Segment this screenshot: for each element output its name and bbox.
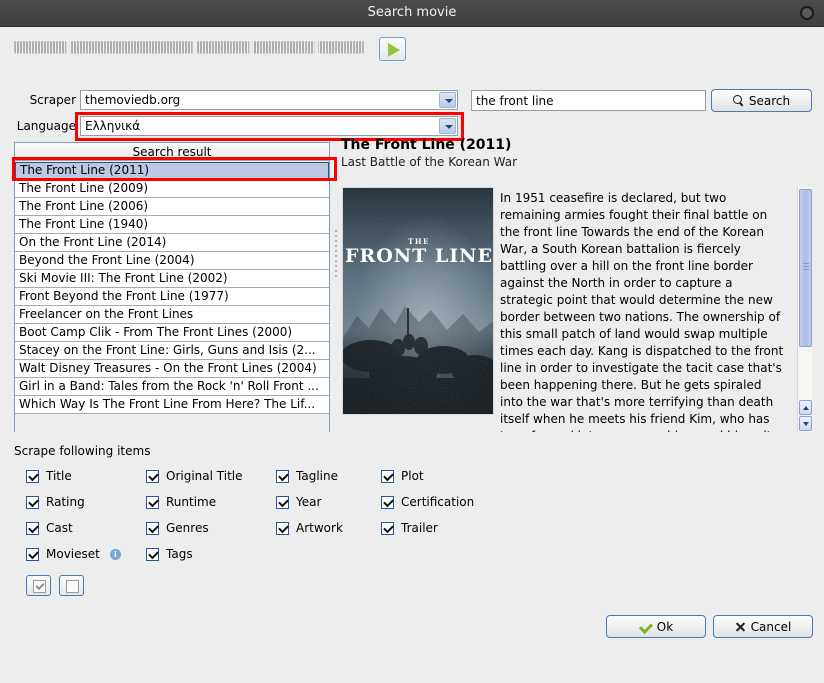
checkbox-label: Rating: [46, 495, 85, 509]
search-result-rows[interactable]: The Front Line (2011) The Front Line (200…: [15, 162, 329, 683]
checkbox-icon[interactable]: [146, 469, 159, 483]
checkbox-label: Title: [46, 469, 72, 483]
checkbox-icon[interactable]: [26, 521, 39, 535]
language-value: Ελληνικά: [85, 119, 141, 133]
checkbox-icon[interactable]: [381, 521, 394, 535]
close-icon[interactable]: [800, 6, 814, 20]
checkbox-label: Artwork: [296, 521, 343, 535]
list-item[interactable]: Boot Camp Clik - From The Front Lines (2…: [15, 324, 329, 342]
list-item[interactable]: The Front Line (2009): [15, 180, 329, 198]
checkbox-icon[interactable]: [276, 521, 289, 535]
list-item[interactable]: Freelancer on the Front Lines: [15, 306, 329, 324]
dialog-body: ▒▒▒▒▒▒ ▒▒▒▒▒▒▒▒▒▒▒▒▒▒ ▒▒▒▒▒▒ ▒▒▒▒▒▒▒ ▒▒▒…: [0, 27, 824, 683]
window-title: Search movie: [367, 5, 457, 20]
list-item[interactable]: Stacey on the Front Line: Girls, Guns an…: [15, 342, 329, 360]
language-select[interactable]: Ελληνικά: [80, 116, 458, 136]
scrape-checkbox-genres[interactable]: Genres: [146, 521, 209, 535]
checkbox-label: Trailer: [401, 521, 438, 535]
scrape-checkbox-trailer[interactable]: Trailer: [381, 521, 438, 535]
scraper-label: Scraper: [29, 93, 76, 107]
detail-title: The Front Line (2011): [341, 137, 512, 153]
scrape-checkbox-runtime[interactable]: Runtime: [146, 495, 216, 509]
plot-text: In 1951 ceasefire is declared, but two r…: [500, 191, 784, 432]
select-all-icon[interactable]: [26, 575, 51, 596]
checkbox-icon[interactable]: [146, 521, 159, 535]
list-item[interactable]: Walt Disney Treasures - On the Front Lin…: [15, 360, 329, 378]
scrape-checkbox-certification[interactable]: Certification: [381, 495, 474, 509]
play-triangle: [388, 43, 400, 57]
checkbox-label: Original Title: [166, 469, 243, 483]
list-item[interactable]: Front Beyond the Front Line (1977): [15, 288, 329, 306]
plot-panel: In 1951 ceasefire is declared, but two r…: [500, 187, 812, 432]
list-item[interactable]: Girl in a Band: Tales from the Rock 'n' …: [15, 378, 329, 396]
list-item[interactable]: Which Way Is The Front Line From Here? T…: [15, 396, 329, 414]
poster-artwork: THE FRONT LINE: [343, 188, 493, 414]
scraper-select[interactable]: themoviedb.org: [80, 90, 458, 110]
scrape-checkbox-year[interactable]: Year: [276, 495, 321, 509]
checkbox-label: Cast: [46, 521, 73, 535]
scrape-checkbox-tagline[interactable]: Tagline: [276, 469, 338, 483]
checkbox-icon[interactable]: [276, 469, 289, 483]
scrape-section-label: Scrape following items: [14, 444, 151, 458]
checkbox-icon[interactable]: [381, 469, 394, 483]
chevron-down-icon[interactable]: [439, 118, 456, 134]
checkbox-label: Tags: [166, 547, 193, 561]
checkbox-icon[interactable]: [26, 469, 39, 483]
movie-poster: THE FRONT LINE: [342, 187, 494, 415]
svg-text:FRONT LINE: FRONT LINE: [345, 245, 493, 267]
play-icon[interactable]: [379, 37, 406, 61]
select-none-icon[interactable]: [59, 575, 84, 596]
panel-splitter[interactable]: [333, 227, 338, 287]
title-bar: Search movie: [0, 0, 824, 27]
scrape-checkbox-plot[interactable]: Plot: [381, 469, 424, 483]
checkbox-icon[interactable]: [26, 495, 39, 509]
plot-scrollbar[interactable]: [797, 187, 812, 432]
scrape-checkbox-rating[interactable]: Rating: [26, 495, 85, 509]
checkbox-label: Certification: [401, 495, 475, 509]
checkbox-label: Tagline: [296, 469, 338, 483]
scrape-checkbox-cast[interactable]: Cast: [26, 521, 73, 535]
list-item[interactable]: The Front Line (1940): [15, 216, 329, 234]
scrape-checkbox-tags[interactable]: Tags: [146, 547, 193, 561]
checkbox-icon[interactable]: [26, 547, 39, 561]
checkbox-label: Genres: [166, 521, 209, 535]
checkbox-label: Plot: [401, 469, 424, 483]
scrollbar-thumb[interactable]: [799, 189, 812, 347]
list-item[interactable]: The Front Line (2011): [15, 162, 329, 180]
checkbox-icon[interactable]: [381, 495, 394, 509]
checkbox-label: Runtime: [166, 495, 217, 509]
language-label: Language: [16, 119, 76, 133]
list-item[interactable]: Beyond the Front Line (2004): [15, 252, 329, 270]
scroll-down-icon[interactable]: [799, 416, 812, 431]
detail-tagline: Last Battle of the Korean War: [341, 155, 518, 169]
search-result-header: Search result: [15, 143, 329, 161]
scroll-up-icon[interactable]: [799, 400, 812, 415]
checkbox-icon[interactable]: [146, 547, 159, 561]
list-item[interactable]: The Front Line (2006): [15, 198, 329, 216]
checkbox-label: Movieset: [46, 547, 100, 561]
info-icon[interactable]: i: [109, 548, 121, 560]
file-path-row: ▒▒▒▒▒▒ ▒▒▒▒▒▒▒▒▒▒▒▒▒▒ ▒▒▒▒▒▒ ▒▒▒▒▒▒▒ ▒▒▒…: [14, 37, 814, 63]
search-input[interactable]: [471, 90, 706, 111]
file-path-text: ▒▒▒▒▒▒ ▒▒▒▒▒▒▒▒▒▒▒▒▒▒ ▒▒▒▒▒▒ ▒▒▒▒▒▒▒ ▒▒▒…: [14, 41, 364, 54]
search-result-list[interactable]: Search result The Front Line (2011) The F…: [14, 142, 330, 683]
scrape-checkbox-original-title[interactable]: Original Title: [146, 469, 243, 483]
chevron-down-icon[interactable]: [439, 92, 456, 108]
scrape-checkbox-artwork[interactable]: Artwork: [276, 521, 343, 535]
list-item[interactable]: Ski Movie III: The Front Line (2002): [15, 270, 329, 288]
checkbox-icon[interactable]: [276, 495, 289, 509]
search-button-label: Search: [748, 93, 791, 108]
list-item[interactable]: On the Front Line (2014): [15, 234, 329, 252]
scraper-value: themoviedb.org: [85, 93, 181, 107]
checkbox-icon[interactable]: [146, 495, 159, 509]
scrape-checkbox-title[interactable]: Title: [26, 469, 72, 483]
checkbox-label: Year: [296, 495, 322, 509]
scrape-checkbox-movieset[interactable]: Movieset i: [26, 547, 121, 561]
magnifier-icon: [732, 95, 744, 106]
search-button[interactable]: Search: [711, 89, 812, 112]
